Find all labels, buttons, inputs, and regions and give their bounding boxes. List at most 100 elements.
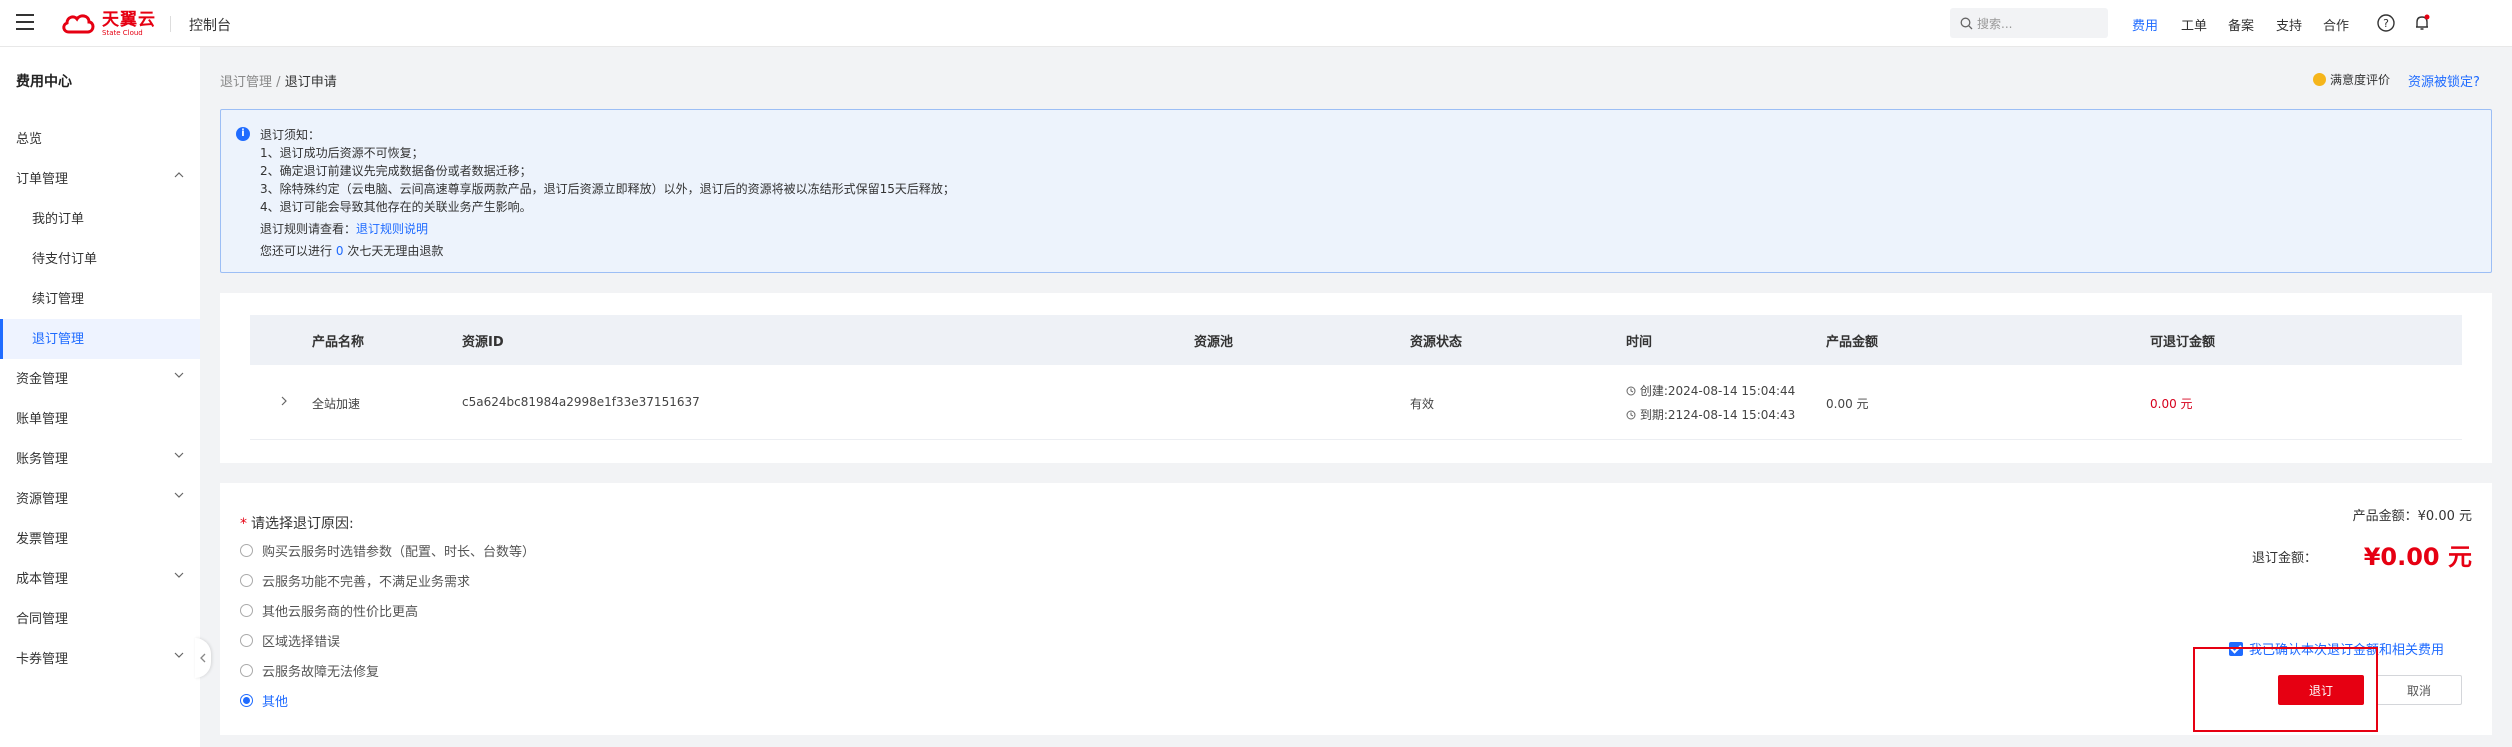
reason-option-label: 其他云服务商的性价比更高 <box>262 605 419 620</box>
sidebar-item-label: 账单管理 <box>16 412 69 427</box>
sidebar-item-overview[interactable]: 总览 <box>16 128 184 147</box>
sidebar-item-contracts[interactable]: 合同管理 <box>16 608 184 627</box>
breadcrumb-parent[interactable]: 退订管理 <box>220 75 272 90</box>
column-header: 资源ID <box>462 335 504 350</box>
sidebar-item-label: 待支付订单 <box>32 252 98 267</box>
chevron-down-icon <box>174 572 184 578</box>
nav-filing[interactable]: 备案 <box>2228 15 2254 34</box>
resource-status: 有效 <box>1410 397 1435 411</box>
sidebar-item-renewals[interactable]: 续订管理 <box>32 288 184 307</box>
annotation-highlight-box <box>2193 647 2378 732</box>
nav-fees[interactable]: 费用 <box>2132 15 2158 34</box>
sidebar-collapse-button[interactable] <box>195 638 211 678</box>
product-amount: 0.00 元 <box>1826 397 1869 411</box>
reason-title-text: 请选择退订原因: <box>251 516 354 532</box>
chevron-up-icon <box>174 172 184 178</box>
logo[interactable]: 天翼云 State Cloud <box>60 10 156 38</box>
sidebar-item-label: 账务管理 <box>16 452 69 467</box>
column-header: 产品金额 <box>1826 335 1879 350</box>
notice-refund-prefix: 您还可以进行 <box>260 244 333 258</box>
column-header: 资源池 <box>1194 335 1234 350</box>
cloud-logo-icon <box>62 14 95 34</box>
reason-option[interactable]: 区域选择错误 <box>240 631 340 650</box>
chevron-right-icon[interactable] <box>280 396 288 406</box>
reason-option[interactable]: 其他云服务商的性价比更高 <box>240 601 418 620</box>
radio-button[interactable] <box>240 664 253 677</box>
table-header: 产品名称 资源ID 资源池 资源状态 时间 产品金额 可退订金额 <box>250 315 2462 365</box>
nav-support[interactable]: 支持 <box>2276 15 2302 34</box>
notice-line: 2、确定退订前建议先完成数据备份或者数据迁移； <box>260 164 532 178</box>
breadcrumb-separator: / <box>276 75 281 90</box>
smile-icon <box>2313 73 2326 86</box>
nav-partner[interactable]: 合作 <box>2323 15 2349 34</box>
resource-table-card: 产品名称 资源ID 资源池 资源状态 时间 产品金额 可退订金额 全站加速 c5… <box>220 293 2492 463</box>
search-icon <box>1960 17 1973 29</box>
sidebar-title: 费用中心 <box>16 74 72 90</box>
sidebar-item-costs[interactable]: 成本管理 <box>16 568 184 587</box>
column-header: 资源状态 <box>1410 335 1463 350</box>
nav-tickets[interactable]: 工单 <box>2181 15 2207 34</box>
sidebar-item-accounts[interactable]: 账务管理 <box>16 448 184 467</box>
radio-button[interactable] <box>240 604 253 617</box>
chevron-left-icon <box>200 653 206 663</box>
satisfaction-label: 满意度评价 <box>2330 73 2391 87</box>
reason-option-label: 购买云服务时选错参数（配置、时长、台数等） <box>262 545 536 560</box>
sidebar-item-my-orders[interactable]: 我的订单 <box>32 208 184 227</box>
reason-option[interactable]: 云服务功能不完善，不满足业务需求 <box>240 571 470 590</box>
sidebar-item-unsubscribe[interactable]: 退订管理 <box>32 328 184 347</box>
reason-option-label: 其他 <box>262 695 289 710</box>
sidebar-item-label: 成本管理 <box>16 572 69 587</box>
notice-line: 4、退订可能会导致其他存在的关联业务产生影响。 <box>260 200 532 214</box>
reason-option[interactable]: 购买云服务时选错参数（配置、时长、台数等） <box>240 541 535 560</box>
sidebar-item-resources[interactable]: 资源管理 <box>16 488 184 507</box>
chevron-down-icon <box>174 452 184 458</box>
chevron-down-icon <box>174 492 184 498</box>
search-input[interactable]: 搜索... <box>1950 8 2108 38</box>
notice-line: 1、退订成功后资源不可恢复； <box>260 146 424 160</box>
sidebar-item-bills[interactable]: 账单管理 <box>16 408 184 427</box>
sidebar: 费用中心 总览 订单管理 我的订单 待支付订单 续订管理 退订管理 资金管理 账… <box>0 47 200 747</box>
menu-icon[interactable] <box>16 14 34 30</box>
header-divider <box>170 16 171 32</box>
created-time: 创建:2024-08-14 15:04:44 <box>1626 382 1795 399</box>
refund-amount-label: 退订金额： <box>2251 551 2317 566</box>
sidebar-item-funds[interactable]: 资金管理 <box>16 368 184 387</box>
created-time-text: 创建:2024-08-14 15:04:44 <box>1639 384 1796 398</box>
refund-count: 0 <box>335 244 344 258</box>
cancel-button[interactable]: 取消 <box>2376 675 2462 705</box>
chevron-down-icon <box>174 372 184 378</box>
top-bar: 天翼云 State Cloud 控制台 搜索... 费用 工单 备案 支持 合作… <box>0 0 2512 47</box>
satisfaction-button[interactable]: 满意度评价 <box>2313 71 2390 88</box>
search-placeholder: 搜索... <box>1977 16 2013 31</box>
expire-time: 到期:2124-08-14 15:04:43 <box>1626 406 1795 423</box>
reason-option[interactable]: 云服务故障无法修复 <box>240 661 379 680</box>
svg-text:?: ? <box>2383 17 2389 30</box>
radio-button[interactable] <box>240 544 253 557</box>
sidebar-item-label: 卡券管理 <box>16 652 69 667</box>
reason-option-selected[interactable]: 其他 <box>240 691 288 710</box>
resource-locked-link[interactable]: 资源被锁定? <box>2408 71 2480 90</box>
sidebar-item-label: 资金管理 <box>16 372 69 387</box>
radio-button-checked[interactable] <box>240 694 253 707</box>
notice-line: 3、除特殊约定（云电脑、云间高速尊享版两款产品，退订后资源立即释放）以外，退订后… <box>260 182 955 196</box>
radio-button[interactable] <box>240 634 253 647</box>
bell-icon[interactable] <box>2412 13 2432 33</box>
expire-time-text: 到期:2124-08-14 15:04:43 <box>1639 408 1796 422</box>
radio-button[interactable] <box>240 574 253 587</box>
sidebar-item-vouchers[interactable]: 卡券管理 <box>16 648 184 667</box>
reason-title: * 请选择退订原因: <box>240 513 354 533</box>
sidebar-item-orders[interactable]: 订单管理 <box>16 168 184 187</box>
notice-rule-prefix: 退订规则请查看： <box>260 222 357 236</box>
column-header: 可退订金额 <box>2150 335 2216 350</box>
console-link[interactable]: 控制台 <box>189 15 231 35</box>
resource-id: c5a624bc81984a2998e1f33e37151637 <box>462 395 700 409</box>
chevron-down-icon <box>174 652 184 658</box>
unsubscribe-notice: i 退订须知： 1、退订成功后资源不可恢复； 2、确定退订前建议先完成数据备份或… <box>220 109 2492 273</box>
clock-icon <box>1626 386 1636 396</box>
required-mark: * <box>240 516 247 532</box>
sidebar-item-pending-orders[interactable]: 待支付订单 <box>32 248 184 267</box>
rule-description-link[interactable]: 退订规则说明 <box>356 222 428 236</box>
sidebar-item-invoices[interactable]: 发票管理 <box>16 528 184 547</box>
help-icon[interactable]: ? <box>2376 13 2396 33</box>
product-amount-summary: 产品金额：¥0.00 元 <box>2353 505 2472 524</box>
